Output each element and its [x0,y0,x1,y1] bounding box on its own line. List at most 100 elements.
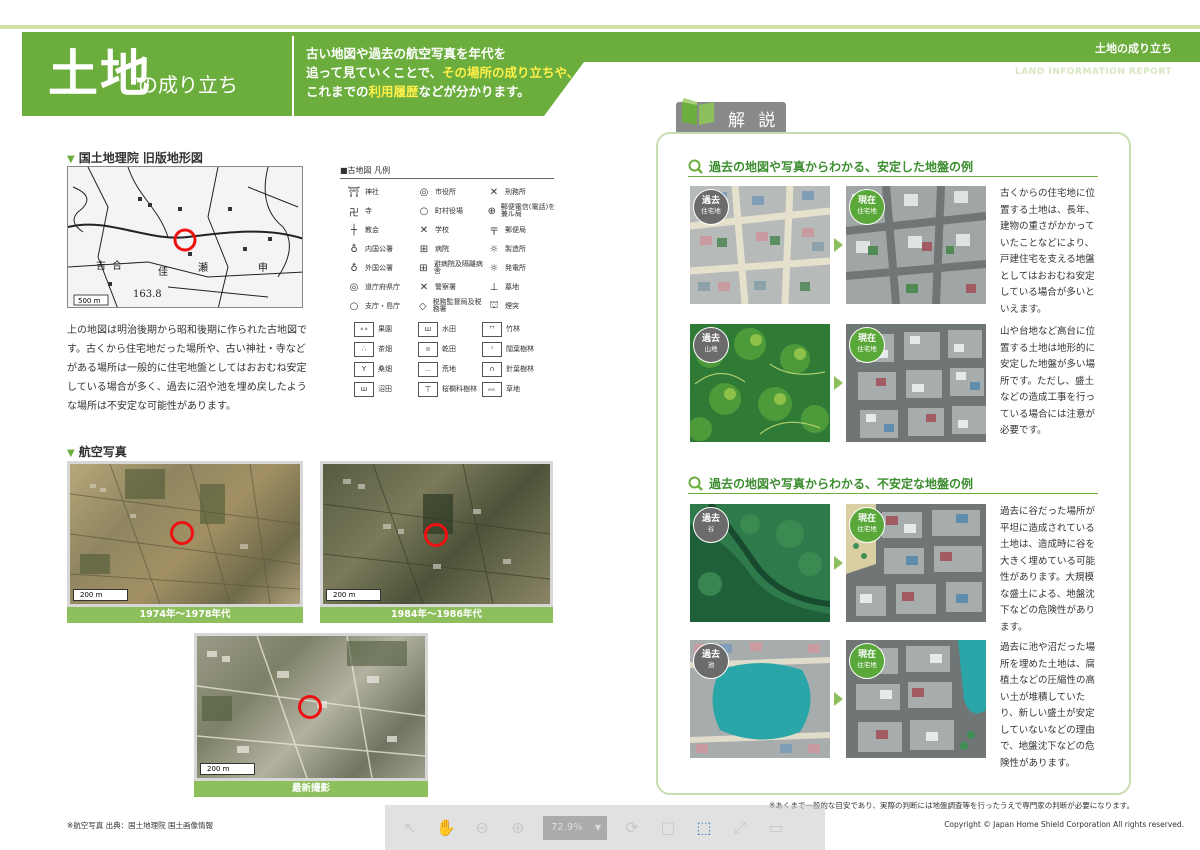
case1-past-tile: 過去 住宅地 [690,186,830,304]
comment-icon[interactable]: ▭ [765,817,787,839]
legend-symbol-icon: ⛫ [489,299,499,311]
legend-item: ✕ 刑務所 [486,185,556,199]
legend-item: ✕ 学校 [416,223,486,237]
aerial-photo-3: 200 m 最新撮影 [194,633,428,797]
legend-land-label: 竹林 [506,325,520,333]
legend-land-label: 桜櫚科樹林 [442,385,477,393]
legend-symbol-icon: ⊕ [487,205,497,217]
explanation-tab-label: 解 説 [728,111,780,131]
legend-label: 内国公署 [365,244,393,253]
past-badge: 過去谷 [693,507,729,543]
triangle-icon: ▼ [67,154,75,165]
legend-item: ⊞ 避病院及隔離病舎 [416,261,486,275]
legend-label: 神社 [365,187,379,196]
case4-now-tile: 現在 住宅地 [846,640,986,758]
past-badge-sub: 谷 [707,525,715,533]
rotate-icon[interactable]: ⟳ [621,817,643,839]
now-badge: 現在 住宅地 [849,327,885,363]
legend-label: 製造所 [505,244,526,253]
legend-label: 郵便電信(電話)を兼ル局 [500,203,556,218]
stable-ground-heading-text: 過去の地図や写真からわかる、安定した地盤の例 [709,160,974,174]
aerial-photo-2-caption: 1984年〜1986年代 [320,607,553,623]
page-title: 土地 [48,45,152,103]
header-top-line [0,25,1200,29]
case1-now-tile: 現在 住宅地 [846,186,986,304]
legend-land-symbol-icon: ш [418,321,438,337]
aerial-photo-1-caption: 1974年〜1978年代 [67,607,303,623]
legend-land-label: 草地 [506,385,520,393]
legend-label: 支庁・島庁 [365,301,400,310]
arrow-right-icon [834,692,843,706]
aerial-photo-2: 200 m 1984年〜1986年代 [320,461,553,623]
case3-past-tile: 過去谷 [690,504,830,622]
fullscreen-icon[interactable]: ⤢ [729,817,751,839]
legend-label: 町村役場 [435,206,463,215]
legend-item: ♁ 内国公署 [346,242,416,256]
legend-label: 警察署 [435,282,456,291]
legend-label: 寺 [365,206,372,215]
legend-land-label: 水田 [442,325,456,333]
legend-symbol-icon: 卍 [349,207,359,219]
arrow-right-icon [834,556,843,570]
past-badge-label: 過去 [701,650,720,660]
now-badge-sub: 住宅地 [857,661,877,669]
location-marker [424,523,448,547]
legend-item: 卍寺 [346,204,416,219]
old-map-heading: ▼ 国土地理院 旧版地形図 [67,149,203,166]
fit-width-icon[interactable]: ⬚ [693,817,715,839]
zoom-in-icon[interactable]: ⊕ [507,817,529,839]
legend-symbol-icon: ◇ [418,300,427,312]
arrow-right-icon [834,376,843,390]
legend-land-item: ∴ 茶畑 [354,341,418,357]
now-badge-label: 現在 [857,334,876,344]
legend-land-symbol-icon: ㄒ [418,381,438,397]
past-badge: 過去 山地 [693,327,729,363]
legend-land-item: ᨐ 草地 [482,381,546,397]
title-divider [292,36,294,112]
aerial-heading-text: 航空写真 [78,445,127,459]
legend-land-label: 桑畑 [378,365,392,373]
legend-label: 煙突 [505,301,519,310]
hand-icon[interactable]: ✋ [435,817,457,839]
intro-line-2-text: 追って見ていくことで、 [306,65,443,80]
intro-line-3-end: などが分かります。 [418,84,530,99]
legend-land-item: ∩ 針葉樹林 [482,361,546,377]
case2-now-tile: 現在 住宅地 [846,324,986,442]
old-topographic-map: 吉合 佳 瀬 申 163.8 500 m [67,166,303,308]
svg-text:瀬: 瀬 [198,262,208,274]
legend-land-item: ㄒ桜櫚科樹林 [418,381,482,397]
intro-text: 古い地図や過去の航空写真を年代を 追って見ていくことで、その場所の成り立ちや、 … [306,44,606,101]
legend-symbol-icon: ♁ [350,262,358,274]
legend-symbol-icon: ⊞ [419,243,429,255]
legend-land-symbol-icon: ∩ [482,361,502,377]
legend-item: ◎ 市役所 [416,185,486,199]
stable-heading-rule [688,176,1098,177]
zoom-out-icon[interactable]: ⊖ [471,817,493,839]
now-badge-sub: 住宅地 [857,345,877,353]
now-badge: 現在 住宅地 [849,643,885,679]
unstable-heading-rule [688,493,1098,494]
copyright-text: Copyright © Japan Home Shield Corporatio… [944,820,1184,829]
zoom-dropdown[interactable]: 72.9% ▼ [543,815,607,840]
magnifier-icon [688,476,703,491]
pdf-viewer-toolbar: ↖ ✋ ⊖ ⊕ 72.9% ▼ ⟳ ▢ ⬚ ⤢ ▭ [385,805,825,850]
legend-label: 外国公署 [365,263,393,272]
past-badge: 過去池 [693,643,729,679]
now-badge: 現在 住宅地 [849,507,885,543]
legend-land-item: Y 桑畑 [354,361,418,377]
legend-item: ⊕ 郵便電信(電話)を兼ル局 [486,204,556,218]
fit-page-icon[interactable]: ▢ [657,817,679,839]
case4-description: 過去に池や沼だった場所を埋めた土地は、腐植土などの圧縮性の高い土が堆積していたり… [1000,642,1096,769]
legend-symbol-icon: ○ [349,300,359,312]
legend-item: ✕ 警察署 [416,280,486,294]
legend-title: ■古地図 凡例 [340,165,554,179]
legend-symbol-icon: ○ [419,205,429,217]
legend-item: ☼ 製造所 [486,242,556,256]
select-icon[interactable]: ↖ [399,817,421,839]
legend-symbol-icon: ◎ [349,281,359,293]
legend-label: 道庁府県庁 [365,282,400,291]
legend-symbol-icon: ◎ [419,186,429,198]
intro-line-1: 古い地図や過去の航空写真を年代を [306,46,507,61]
old-map-caption: 上の地図は明治後期から昭和後期に作られた古地図です。古くから住宅地だった場所や、… [67,325,307,412]
legend-item: ♁ 外国公署 [346,261,416,275]
